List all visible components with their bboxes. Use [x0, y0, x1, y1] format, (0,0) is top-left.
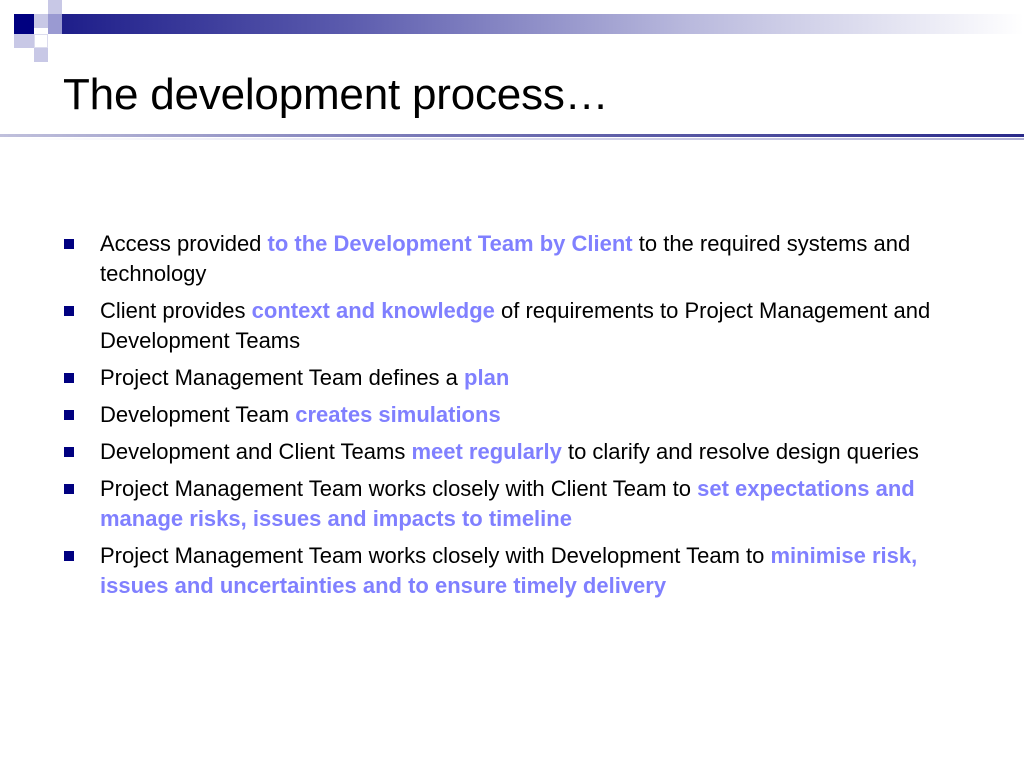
- deco-square: [48, 14, 62, 34]
- bullet-item: Project Management Team works closely wi…: [60, 474, 980, 534]
- bullet-highlight-text: context and knowledge: [251, 298, 495, 323]
- bullet-list: Access provided to the Development Team …: [60, 229, 980, 608]
- deco-square: [34, 14, 48, 28]
- deco-square: [34, 34, 48, 48]
- bullet-item: Development and Client Teams meet regula…: [60, 437, 980, 467]
- bullet-item: Client provides context and knowledge of…: [60, 296, 980, 356]
- bullet-highlight-text: meet regularly: [411, 439, 562, 464]
- bullet-text: Development and Client Teams: [100, 439, 412, 464]
- bullet-square-icon: [64, 410, 74, 420]
- bullet-square-icon: [64, 551, 74, 561]
- deco-square: [48, 0, 62, 14]
- bullet-text: Project Management Team defines a: [100, 365, 465, 390]
- bullet-text: Access provided: [100, 231, 268, 256]
- title-divider: [0, 134, 1024, 137]
- slide-title: The development process…: [63, 70, 609, 119]
- bullet-square-icon: [64, 447, 74, 457]
- deco-square: [14, 34, 34, 48]
- deco-square: [14, 14, 34, 34]
- deco-square: [34, 48, 48, 62]
- bullet-item: Project Management Team defines a plan: [60, 363, 980, 393]
- bullet-text: Project Management Team works closely wi…: [100, 476, 698, 501]
- bullet-square-icon: [64, 239, 74, 249]
- bullet-text: Project Management Team works closely wi…: [100, 543, 771, 568]
- bullet-text: Client provides: [100, 298, 252, 323]
- bullet-highlight-text: creates simulations: [295, 402, 501, 427]
- bullet-square-icon: [64, 373, 74, 383]
- bullet-square-icon: [64, 484, 74, 494]
- title-divider-shadow: [0, 138, 1024, 140]
- bullet-highlight-text: to the Development Team by Client: [267, 231, 633, 256]
- bullet-item: Development Team creates simulations: [60, 400, 980, 430]
- bullet-item: Access provided to the Development Team …: [60, 229, 980, 289]
- bullet-item: Project Management Team works closely wi…: [60, 541, 980, 601]
- bullet-square-icon: [64, 306, 74, 316]
- title-gradient-bar: [62, 14, 1024, 34]
- bullet-text: to clarify and resolve design queries: [561, 439, 919, 464]
- bullet-highlight-text: plan: [464, 365, 510, 390]
- bullet-text: Development Team: [100, 402, 296, 427]
